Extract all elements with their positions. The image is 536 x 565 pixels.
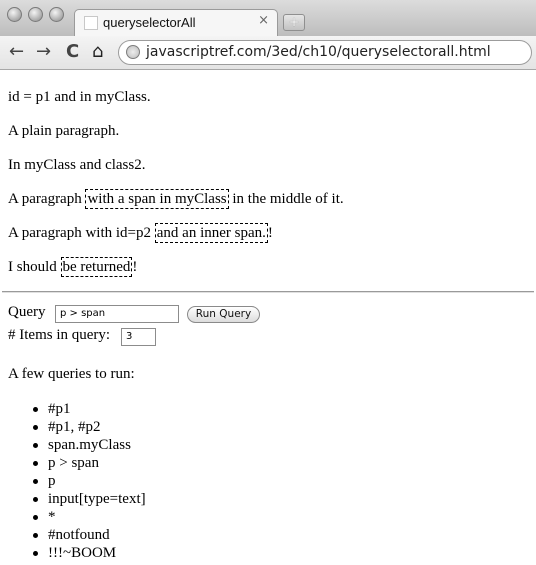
tab-close-icon[interactable]: × — [258, 13, 269, 28]
home-icon[interactable]: ⌂ — [92, 41, 103, 62]
bullet-icon — [33, 497, 38, 502]
item-count-field[interactable]: 3 — [121, 328, 156, 346]
forward-arrow-icon[interactable]: → — [36, 41, 51, 62]
bullet-icon — [33, 551, 38, 556]
query-example: input[type=text] — [48, 491, 146, 507]
close-window-button[interactable] — [7, 7, 22, 22]
paragraph-returned: I should be returned! — [8, 257, 138, 277]
run-query-button[interactable]: Run Query — [187, 306, 260, 323]
new-tab-button[interactable]: + — [283, 14, 305, 31]
horizontal-rule — [2, 291, 534, 293]
list-item: #p1, #p2 — [33, 418, 146, 436]
page-content: id = p1 and in myClass. A plain paragrap… — [0, 70, 536, 565]
query-example: #notfound — [48, 527, 110, 543]
url-text[interactable]: javascriptref.com/3ed/ch10/queryselector… — [146, 44, 491, 60]
returned-span: be returned — [60, 257, 133, 277]
query-example: #p1 — [48, 401, 71, 417]
paragraph-text: ! — [132, 259, 138, 275]
paragraph-p2: A paragraph with id=p2 and an inner span… — [8, 223, 273, 243]
paragraph-myclass-class2: In myClass and class2. — [8, 157, 146, 173]
list-item: p — [33, 472, 146, 490]
bullet-icon — [33, 515, 38, 520]
bullet-icon — [33, 407, 38, 412]
list-item: !!!~BOOM — [33, 544, 146, 562]
query-examples-list: #p1 #p1, #p2 span.myClass p > span p inp… — [33, 400, 146, 562]
item-count-label: # Items in query: — [8, 327, 111, 343]
list-item: * — [33, 508, 146, 526]
paragraph-text: ! — [267, 225, 273, 241]
browser-tab[interactable]: queryselectorAll × — [74, 9, 278, 36]
reload-icon[interactable]: C — [66, 41, 79, 62]
globe-icon — [126, 45, 140, 59]
queries-heading: A few queries to run: — [8, 366, 135, 382]
paragraph-text: A paragraph — [8, 191, 86, 207]
query-example: span.myClass — [48, 437, 131, 453]
myclass-span: with a span in myClass — [85, 189, 229, 209]
list-item: input[type=text] — [33, 490, 146, 508]
bullet-icon — [33, 533, 38, 538]
address-bar[interactable]: javascriptref.com/3ed/ch10/queryselector… — [118, 40, 532, 65]
paragraph-plain: A plain paragraph. — [8, 123, 120, 139]
paragraph-text: A paragraph with id=p2 — [8, 225, 155, 241]
paragraph-with-span: A paragraph with a span in myClass in th… — [8, 189, 344, 209]
bullet-icon — [33, 461, 38, 466]
minimize-window-button[interactable] — [28, 7, 43, 22]
query-example: p > span — [48, 455, 99, 471]
list-item: #notfound — [33, 526, 146, 544]
list-item: p > span — [33, 454, 146, 472]
back-arrow-icon[interactable]: ← — [9, 41, 24, 62]
bullet-icon — [33, 425, 38, 430]
page-favicon-icon — [84, 16, 98, 30]
list-item: #p1 — [33, 400, 146, 418]
zoom-window-button[interactable] — [49, 7, 64, 22]
query-example: !!!~BOOM — [48, 545, 117, 561]
query-example: #p1, #p2 — [48, 419, 101, 435]
inner-span: and an inner span. — [154, 223, 268, 243]
query-example: p — [48, 473, 56, 489]
title-bar: queryselectorAll × + — [0, 0, 536, 36]
paragraph-p1: id = p1 and in myClass. — [8, 89, 151, 105]
browser-toolbar: ← → C ⌂ javascriptref.com/3ed/ch10/query… — [0, 36, 536, 70]
query-label: Query — [8, 304, 46, 320]
tab-title: queryselectorAll — [103, 15, 196, 30]
paragraph-text: in the middle of it. — [228, 191, 344, 207]
bullet-icon — [33, 479, 38, 484]
query-example: * — [48, 509, 56, 525]
paragraph-text: I should — [8, 259, 61, 275]
bullet-icon — [33, 443, 38, 448]
query-input[interactable]: p > span — [55, 305, 179, 323]
list-item: span.myClass — [33, 436, 146, 454]
